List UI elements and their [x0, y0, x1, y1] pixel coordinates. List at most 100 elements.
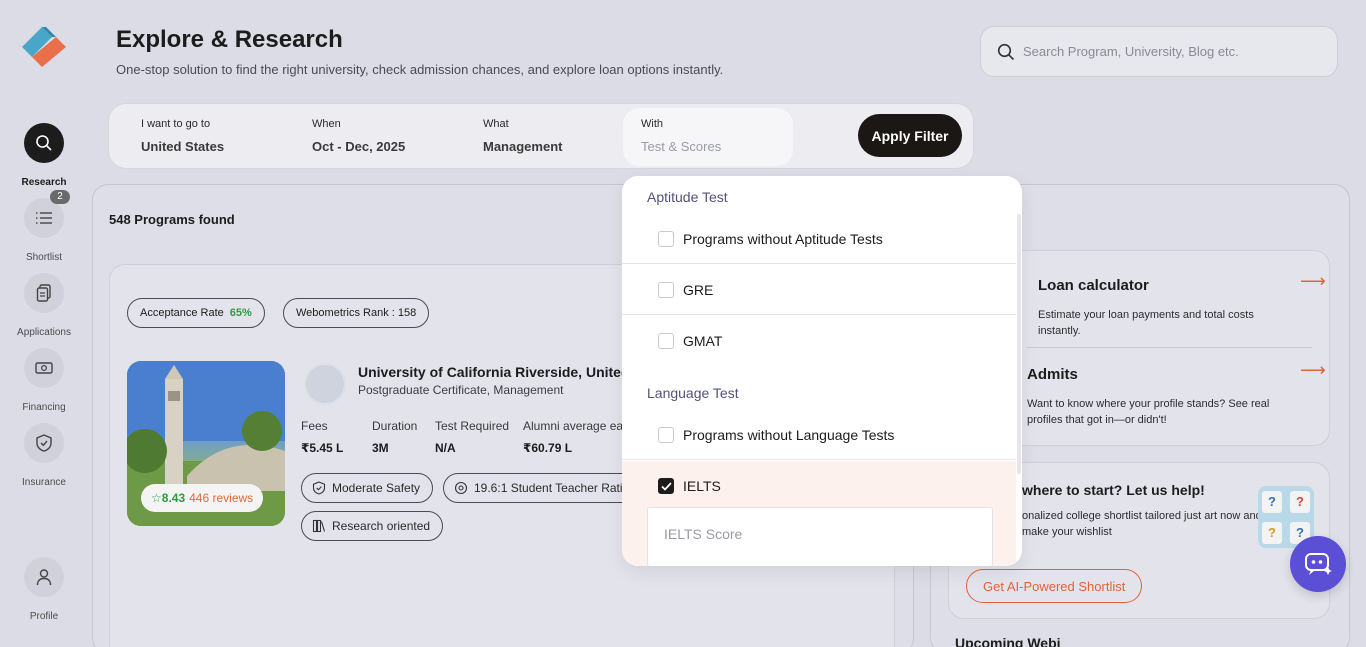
sidebar-item-label: Research	[21, 177, 67, 188]
divider	[1027, 347, 1312, 348]
admits-title[interactable]: Admits	[1027, 366, 1078, 383]
option-label: GMAT	[683, 333, 723, 349]
filter-label: I want to go to	[141, 118, 211, 130]
search-icon	[997, 43, 1015, 60]
money-icon	[24, 348, 64, 388]
acceptance-rate-tag: Acceptance Rate 65%	[127, 298, 265, 328]
filter-value: Oct - Dec, 2025	[312, 139, 406, 154]
option-label: IELTS	[683, 478, 721, 494]
filter-label: What	[483, 118, 509, 130]
global-search-box[interactable]	[980, 26, 1338, 77]
filter-label: With	[641, 118, 663, 130]
stat-value: 3M	[372, 441, 389, 455]
sidebar-item-shortlist[interactable]: 2 Shortlist	[0, 190, 88, 263]
checkbox[interactable]	[658, 426, 674, 443]
sidebar-item-label: Insurance	[22, 477, 66, 488]
filter-with-tests[interactable]: With Test & Scores	[623, 108, 793, 166]
sidebar-item-label: Applications	[17, 327, 71, 338]
research-oriented-chip: Research oriented	[301, 511, 444, 541]
admits-desc: Want to know where your profile stands? …	[1027, 398, 1270, 426]
shield-icon	[24, 423, 64, 463]
page-title: Explore & Research	[116, 26, 343, 53]
sidebar-item-label: Profile	[29, 611, 59, 622]
ielts-score-field[interactable]	[647, 507, 993, 566]
books-icon	[312, 519, 326, 533]
stat-label: Fees	[301, 419, 328, 433]
webometrics-rank-tag: Webometrics Rank : 158	[283, 298, 430, 328]
check-icon	[660, 481, 672, 491]
gear-icon	[454, 481, 468, 495]
checkbox-checked[interactable]	[658, 478, 674, 494]
checkbox[interactable]	[658, 230, 674, 247]
document-icon	[24, 273, 64, 313]
stat-label: Alumni average ea	[523, 419, 624, 433]
chip-label: Research oriented	[332, 519, 431, 533]
apply-filter-button[interactable]: Apply Filter	[858, 114, 962, 157]
program-name: Postgraduate Certificate, Management	[358, 383, 564, 397]
filter-placeholder: Test & Scores	[641, 139, 722, 154]
test-scores-dropdown: Aptitude Test Programs without Aptitude …	[622, 176, 1022, 566]
option-no-aptitude-tests[interactable]: Programs without Aptitude Tests	[622, 214, 1016, 264]
option-gmat[interactable]: GMAT	[622, 316, 1016, 366]
option-no-language-tests[interactable]: Programs without Language Tests	[622, 410, 1016, 460]
sidebar-item-financing[interactable]: Financing	[0, 348, 88, 413]
university-name[interactable]: University of California Riverside, Unit…	[358, 364, 643, 380]
filter-bar: I want to go to United States When Oct -…	[108, 103, 974, 169]
sidebar-item-research[interactable]: Research	[0, 123, 88, 188]
rating-value: 8.43	[161, 491, 186, 505]
option-gre[interactable]: GRE	[622, 265, 1016, 315]
student-teacher-ratio-chip: 19.6:1 Student Teacher Ratio	[443, 473, 643, 503]
page-subtitle: One-stop solution to find the right univ…	[116, 62, 724, 77]
aptitude-test-heading: Aptitude Test	[647, 189, 728, 205]
dropdown-scrollbar[interactable]	[1017, 214, 1021, 474]
help-title: where to start? Let us help!	[1022, 482, 1205, 498]
rating-pill: ☆8.43 446 reviews	[141, 484, 264, 512]
safety-chip: Moderate Safety	[301, 473, 434, 503]
stat-value: ₹60.79 L	[523, 441, 573, 455]
stat-value: N/A	[435, 441, 456, 455]
programs-count: 548 Programs found	[109, 212, 235, 227]
search-icon	[24, 123, 64, 163]
tag-label: Webometrics Rank : 158	[296, 307, 417, 319]
star-icon: ☆	[151, 491, 162, 505]
reviews-count[interactable]: 446 reviews	[189, 491, 253, 505]
shortlist-count-badge: 2	[50, 190, 70, 204]
filter-when[interactable]: When Oct - Dec, 2025	[294, 108, 454, 166]
university-image[interactable]: ☆8.43 446 reviews	[127, 361, 285, 526]
stat-label: Duration	[372, 419, 418, 433]
filter-what[interactable]: What Management	[465, 108, 615, 166]
chat-bot-button[interactable]	[1290, 536, 1346, 592]
filter-label: When	[312, 118, 341, 130]
app-logo[interactable]	[18, 24, 70, 70]
user-icon	[24, 557, 64, 597]
chip-label: 19.6:1 Student Teacher Ratio	[474, 481, 630, 495]
sidebar-item-insurance[interactable]: Insurance	[0, 423, 88, 488]
filter-value: Management	[483, 139, 563, 154]
sidebar-item-label: Financing	[22, 402, 66, 413]
ielts-score-input[interactable]	[664, 526, 984, 542]
option-label: Programs without Language Tests	[683, 426, 895, 443]
chat-bot-icon	[1305, 553, 1332, 575]
list-icon: 2	[24, 190, 70, 238]
option-label: GRE	[683, 281, 714, 298]
loan-calculator-title[interactable]: Loan calculator	[1038, 277, 1149, 294]
tag-value: 65%	[229, 307, 252, 319]
upcoming-webinars-heading: Upcoming Webi	[955, 635, 1061, 647]
stat-value: ₹5.45 L	[301, 441, 344, 455]
sidebar-item-applications[interactable]: Applications	[0, 273, 88, 338]
filter-destination[interactable]: I want to go to United States	[123, 108, 283, 166]
checkbox[interactable]	[658, 281, 674, 298]
option-label: Programs without Aptitude Tests	[683, 230, 883, 247]
loan-calculator-arrow-icon[interactable]: ⟶	[1300, 271, 1326, 292]
admits-arrow-icon[interactable]: ⟶	[1300, 360, 1326, 381]
tag-label: Acceptance Rate	[140, 307, 224, 319]
chip-label: Moderate Safety	[332, 481, 421, 495]
loan-calculator-desc: Estimate your loan payments and total co…	[1038, 309, 1254, 337]
sidebar-item-profile[interactable]: Profile	[0, 557, 88, 622]
stat-label: Test Required	[435, 419, 510, 433]
sidebar-item-label: Shortlist	[25, 252, 63, 263]
language-test-heading: Language Test	[647, 385, 739, 401]
checkbox[interactable]	[658, 333, 674, 349]
get-ai-shortlist-button[interactable]: Get AI-Powered Shortlist	[966, 569, 1143, 603]
global-search-input[interactable]	[1023, 44, 1323, 59]
